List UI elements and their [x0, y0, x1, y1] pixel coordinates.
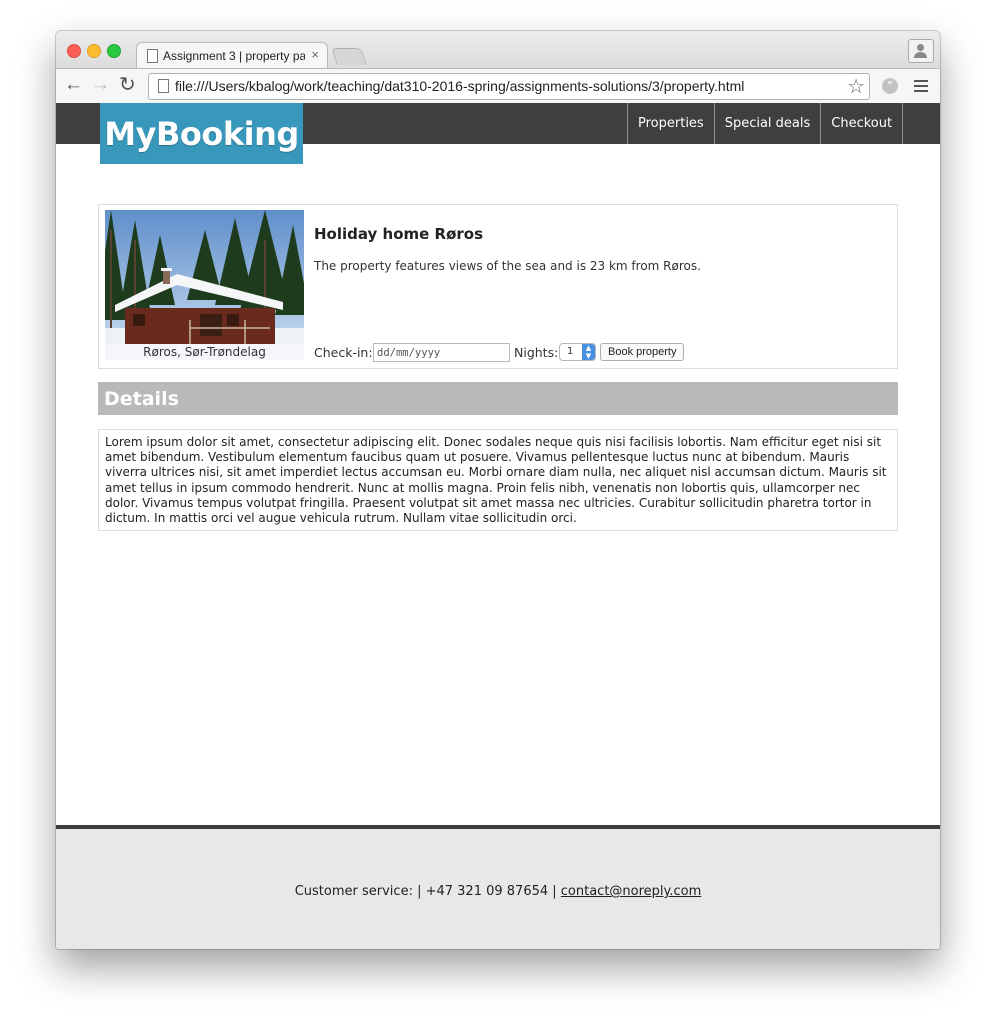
site-logo[interactable]: MyBooking — [100, 103, 303, 164]
zoom-window-button[interactable] — [107, 44, 121, 58]
close-window-button[interactable] — [67, 44, 81, 58]
contact-email-link[interactable]: contact@noreply.com — [561, 884, 702, 899]
tab-title: Assignment 3 | property pa — [163, 49, 305, 63]
nights-select[interactable]: 1 ▲ ▼ — [559, 343, 596, 361]
main-nav: Properties Special deals Checkout — [627, 103, 904, 144]
book-property-button[interactable]: Book property — [600, 343, 685, 361]
nights-label: Nights: — [514, 345, 559, 360]
checkin-date-input[interactable]: dd/mm/yyyy — [373, 343, 510, 362]
url-text: file:///Users/kbalog/work/teaching/dat31… — [175, 78, 745, 94]
bookmark-star-icon[interactable]: ☆ — [847, 74, 865, 99]
property-description: The property features views of the sea a… — [314, 259, 701, 273]
new-tab-button[interactable] — [331, 48, 367, 65]
title-bar: Assignment 3 | property pa × — [56, 31, 940, 69]
site-header: MyBooking Properties Special deals Check… — [56, 103, 940, 164]
back-arrow-icon[interactable]: ← — [64, 75, 83, 95]
minimize-window-button[interactable] — [87, 44, 101, 58]
property-card: Røros, Sør-Trøndelag Holiday home Røros … — [98, 204, 898, 369]
reload-icon[interactable]: ↻ — [119, 75, 136, 95]
select-arrows-icon: ▲ ▼ — [582, 344, 595, 360]
site-footer: Customer service: | +47 321 09 87654 | c… — [56, 825, 940, 949]
tab-close-icon[interactable]: × — [311, 47, 319, 62]
details-text: Lorem ipsum dolor sit amet, consectetur … — [105, 435, 887, 526]
browser-menu-icon[interactable] — [914, 80, 928, 95]
details-box: Lorem ipsum dolor sit amet, consectetur … — [98, 429, 898, 531]
nav-checkout[interactable]: Checkout — [820, 103, 904, 144]
browser-window: Assignment 3 | property pa × ← → ↻ file:… — [56, 31, 940, 949]
details-header: Details — [98, 382, 898, 415]
property-title: Holiday home Røros — [314, 225, 484, 243]
file-icon — [158, 79, 169, 93]
forward-arrow-icon[interactable]: → — [91, 75, 110, 95]
customer-service-text: Customer service: | +47 321 09 87654 | — [294, 884, 561, 899]
page-icon — [147, 49, 158, 63]
footer-text: Customer service: | +47 321 09 87654 | c… — [56, 884, 940, 899]
nav-properties[interactable]: Properties — [627, 103, 714, 144]
photo-caption: Røros, Sør-Trøndelag — [105, 344, 304, 360]
browser-toolbar: ← → ↻ file:///Users/kbalog/work/teaching… — [56, 68, 940, 105]
browser-tab[interactable]: Assignment 3 | property pa × — [136, 42, 328, 69]
profile-icon[interactable] — [908, 39, 934, 63]
nav-special-deals[interactable]: Special deals — [713, 103, 821, 144]
property-photo: Røros, Sør-Trøndelag — [105, 210, 304, 360]
address-bar[interactable]: file:///Users/kbalog/work/teaching/dat31… — [148, 73, 870, 100]
checkin-label: Check-in: — [314, 345, 373, 360]
extension-icon[interactable]: “ — [882, 78, 898, 94]
details-heading: Details — [104, 388, 179, 410]
web-page: MyBooking Properties Special deals Check… — [56, 103, 940, 949]
nights-value: 1 — [567, 346, 574, 357]
cabin-illustration — [105, 210, 304, 360]
